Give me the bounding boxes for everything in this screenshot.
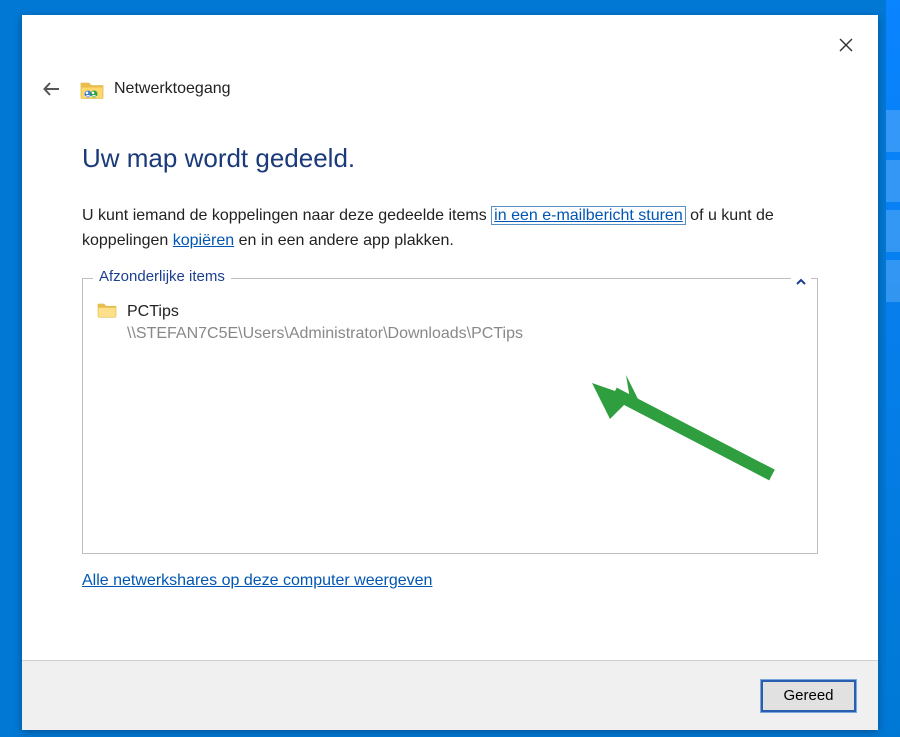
group-legend: Afzonderlijke items — [93, 268, 231, 285]
taskbar-slot — [886, 210, 900, 252]
item-text: PCTips \\STEFAN7C5E\Users\Administrator\… — [127, 301, 523, 346]
dialog-footer: Gereed — [22, 660, 878, 730]
description-text: U kunt iemand de koppelingen naar deze g… — [82, 204, 818, 254]
titlebar — [22, 15, 878, 70]
items-groupbox: Afzonderlijke items PCTips \\STEFAN7C5E\… — [82, 278, 818, 554]
network-folder-icon — [80, 78, 104, 100]
taskbar-slot — [886, 160, 900, 202]
done-button[interactable]: Gereed — [761, 680, 856, 712]
show-all-shares-link[interactable]: Alle netwerkshares op deze computer weer… — [82, 572, 818, 590]
email-link[interactable]: in een e-mailbericht sturen — [491, 206, 686, 225]
close-icon — [838, 37, 854, 53]
dialog-window: Netwerktoegang Uw map wordt gedeeld. U k… — [22, 15, 878, 730]
close-button[interactable] — [826, 30, 866, 60]
back-button[interactable] — [40, 77, 64, 101]
shared-item[interactable]: PCTips \\STEFAN7C5E\Users\Administrator\… — [83, 279, 817, 346]
taskbar-slot — [886, 110, 900, 152]
collapse-toggle[interactable] — [791, 275, 811, 290]
header-row: Netwerktoegang — [22, 70, 878, 108]
taskbar-slot — [886, 260, 900, 302]
copy-link[interactable]: kopiëren — [173, 232, 234, 249]
desc-suffix: en in een andere app plakken. — [234, 232, 454, 249]
content-area: Uw map wordt gedeeld. U kunt iemand de k… — [22, 108, 878, 660]
wizard-title: Netwerktoegang — [80, 78, 231, 100]
desc-prefix: U kunt iemand de koppelingen naar deze g… — [82, 207, 491, 224]
chevron-up-icon — [795, 277, 807, 287]
wizard-title-text: Netwerktoegang — [114, 80, 231, 98]
item-name: PCTips — [127, 301, 523, 323]
back-arrow-icon — [42, 79, 62, 99]
folder-icon — [97, 301, 117, 319]
page-heading: Uw map wordt gedeeld. — [82, 143, 818, 174]
item-path: \\STEFAN7C5E\Users\Administrator\Downloa… — [127, 323, 523, 345]
